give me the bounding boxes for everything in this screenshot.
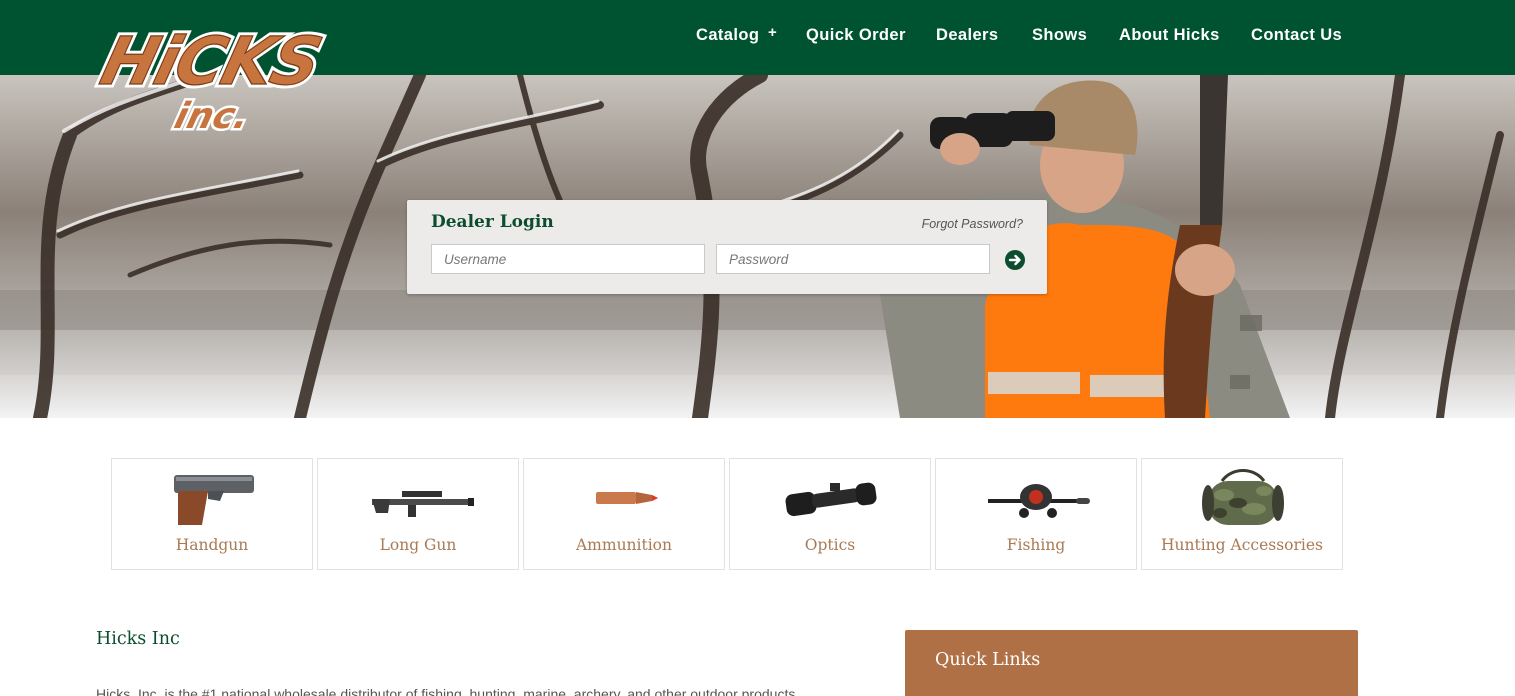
category-label: Hunting Accessories	[1161, 536, 1323, 554]
rifle-icon	[372, 491, 474, 517]
scope-icon	[785, 482, 877, 517]
dealer-login-title: Dealer Login	[431, 212, 554, 232]
category-label: Handgun	[175, 536, 249, 554]
password-input[interactable]	[716, 244, 990, 274]
nav-quick-order[interactable]: Quick Order	[806, 26, 906, 48]
catalog-expand-icon[interactable]: +	[768, 24, 777, 41]
category-tile-fishing[interactable]: Fishing	[935, 458, 1137, 570]
fishing-reel-icon	[988, 484, 1090, 518]
category-label: Optics	[804, 536, 856, 554]
logo-mark: HiCKS HiCKS inc.	[90, 19, 331, 139]
hicks-logo[interactable]: HiCKS HiCKS inc.	[90, 10, 344, 139]
duffel-bag-icon	[1202, 469, 1284, 525]
nav-about-hicks[interactable]: About Hicks	[1119, 26, 1220, 48]
quick-links-panel: Quick Links	[905, 630, 1358, 696]
about-heading: Hicks Inc	[96, 629, 180, 649]
nav-dealers[interactable]: Dealers	[936, 26, 998, 48]
logo-wordmark-outline: HiCKS	[94, 23, 328, 100]
category-tiles: Handgun Long Gun Ammunition Optics Fishi…	[111, 458, 1343, 570]
category-tile-long-gun[interactable]: Long Gun	[317, 458, 519, 570]
bullet-icon	[596, 492, 658, 504]
forgot-password-link[interactable]: Forgot Password?	[922, 217, 1023, 231]
login-submit-button[interactable]	[1005, 250, 1025, 270]
category-tile-optics[interactable]: Optics	[729, 458, 931, 570]
nav-contact-us[interactable]: Contact Us	[1251, 26, 1342, 48]
dealer-login-panel: Dealer Login Forgot Password?	[407, 200, 1047, 294]
username-input[interactable]	[431, 244, 705, 274]
logo-inc: inc.	[170, 95, 254, 136]
category-tile-ammunition[interactable]: Ammunition	[523, 458, 725, 570]
category-tile-handgun[interactable]: Handgun	[111, 458, 313, 570]
category-label: Long Gun	[379, 536, 457, 554]
about-paragraph: Hicks, Inc. is the #1 national wholesale…	[96, 686, 800, 696]
category-label: Fishing	[1006, 536, 1066, 554]
quick-links-title: Quick Links	[935, 650, 1041, 670]
category-label: Ammunition	[575, 536, 672, 554]
nav-catalog[interactable]: Catalog	[696, 26, 759, 48]
nav-shows[interactable]: Shows	[1032, 26, 1087, 48]
handgun-icon	[174, 475, 254, 525]
category-tile-hunting-accessories[interactable]: Hunting Accessories	[1141, 458, 1343, 570]
arrow-right-circle-icon	[1008, 254, 1021, 266]
